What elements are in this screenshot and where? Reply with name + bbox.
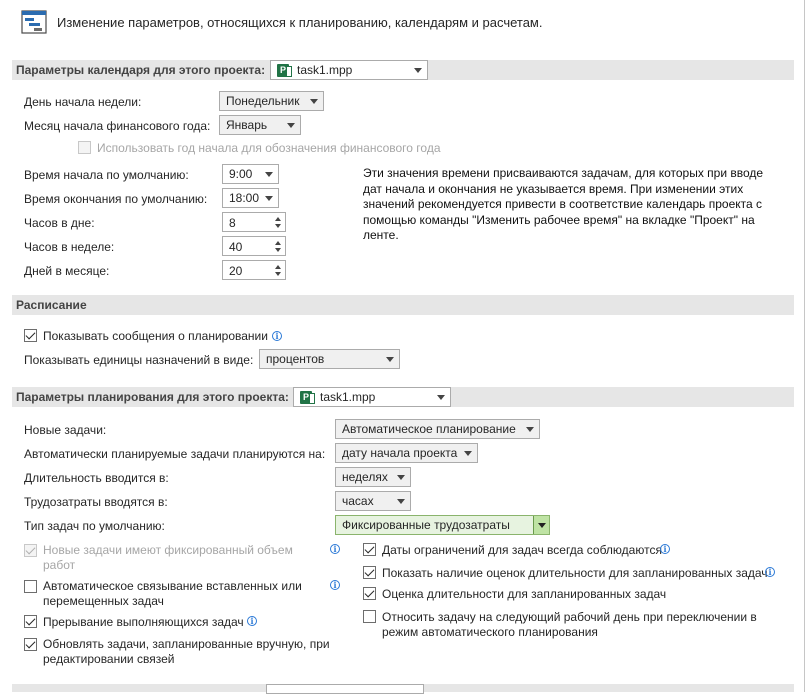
info-icon: i — [330, 544, 340, 554]
auto-link-label: Автоматическое связывание вставленных ил… — [43, 579, 302, 608]
planning-section-title: Параметры планирования для этого проекта… — [16, 390, 289, 404]
fixed-work-checkbox[interactable] — [24, 544, 37, 557]
spin-up-icon[interactable] — [275, 265, 281, 269]
hours-day-value: 8 — [229, 216, 236, 230]
planning-project-value: task1.mpp — [320, 390, 376, 404]
info-icon: i — [660, 544, 670, 554]
week-start-dropdown[interactable]: Понедельник — [219, 91, 324, 111]
update-manual-checkbox[interactable] — [24, 638, 37, 651]
show-messages-label: Показывать сообщения о планировании — [43, 329, 268, 343]
chevron-down-icon — [287, 123, 295, 128]
hours-day-spinner[interactable]: 8 — [222, 212, 286, 232]
auto-tasks-dropdown[interactable]: дату начала проекта — [335, 443, 478, 463]
duration-label: Длительность вводится в: — [24, 471, 169, 485]
show-estimates-label: Показать наличие оценок длительности для… — [382, 566, 768, 580]
info-icon: i — [765, 567, 775, 577]
new-tasks-dropdown[interactable]: Автоматическое планирование — [335, 419, 540, 439]
chevron-down-icon[interactable] — [533, 516, 549, 534]
task-type-label: Тип задач по умолчанию: — [24, 519, 165, 533]
schedule-section-title: Расписание — [16, 298, 87, 312]
header-text: Изменение параметров, относящихся к план… — [57, 15, 543, 30]
end-time-value: 18:00 — [229, 191, 260, 205]
chevron-down-icon — [397, 499, 405, 504]
fiscal-month-dropdown[interactable]: Январь — [219, 115, 301, 135]
days-month-value: 20 — [229, 264, 243, 278]
show-estimates-checkbox[interactable] — [363, 566, 376, 579]
spin-down-icon[interactable] — [275, 272, 281, 276]
planning-project-dropdown[interactable]: P task1.mpp — [293, 387, 451, 407]
fixed-work-label: Новые задачи имеют фиксированный объем р… — [43, 543, 293, 572]
estimated-duration-checkbox[interactable] — [363, 587, 376, 600]
info-icon: i — [247, 616, 257, 626]
schedule-icon — [20, 8, 48, 36]
start-time-label: Время начала по умолчанию: — [24, 168, 189, 182]
end-time-label: Время окончания по умолчанию: — [24, 192, 208, 206]
new-tasks-label: Новые задачи: — [24, 423, 107, 437]
start-time-dropdown[interactable]: 9:00 — [222, 164, 279, 184]
chevron-down-icon — [464, 451, 472, 456]
show-messages-checkbox[interactable] — [24, 329, 37, 342]
chevron-down-icon — [437, 395, 445, 400]
chevron-down-icon — [386, 357, 394, 362]
chevron-down-icon — [265, 196, 273, 201]
work-value: часах — [342, 494, 374, 508]
fiscal-year-checkbox-label: Использовать год начала для обозначения … — [97, 141, 441, 155]
chevron-down-icon — [526, 427, 534, 432]
task-type-dropdown[interactable]: Фиксированные трудозатраты — [335, 515, 550, 535]
end-time-dropdown[interactable]: 18:00 — [222, 188, 279, 208]
next-workday-label: Относить задачу на следующий рабочий ден… — [382, 610, 757, 639]
hours-week-spinner[interactable]: 40 — [222, 236, 286, 256]
spin-down-icon[interactable] — [275, 224, 281, 228]
chevron-down-icon — [310, 99, 318, 104]
hours-day-label: Часов в дне: — [24, 216, 95, 230]
task-type-value: Фиксированные трудозатраты — [342, 518, 510, 532]
project-file-icon: P — [300, 391, 315, 404]
new-tasks-value: Автоматическое планирование — [342, 422, 516, 436]
estimated-duration-label: Оценка длительности для запланированных … — [382, 587, 667, 601]
auto-link-checkbox[interactable] — [24, 580, 37, 593]
calendar-project-value: task1.mpp — [297, 63, 353, 77]
days-month-spinner[interactable]: 20 — [222, 260, 286, 280]
fiscal-year-checkbox[interactable] — [78, 141, 91, 154]
info-icon: i — [330, 580, 340, 590]
hours-week-label: Часов в неделе: — [24, 240, 115, 254]
work-label: Трудозатраты вводятся в: — [24, 495, 168, 509]
calendar-project-dropdown[interactable]: P task1.mpp — [270, 60, 428, 80]
units-value: процентов — [266, 352, 325, 366]
schedule-section-header: Расписание — [12, 295, 794, 315]
update-manual-label: Обновлять задачи, запланированные вручну… — [43, 637, 330, 666]
next-project-dropdown[interactable] — [266, 684, 424, 694]
duration-dropdown[interactable]: неделях — [335, 467, 411, 487]
days-month-label: Дней в месяце: — [24, 264, 110, 278]
duration-value: неделях — [342, 470, 388, 484]
spin-up-icon[interactable] — [275, 241, 281, 245]
window-right-border — [804, 0, 805, 692]
chevron-down-icon — [397, 475, 405, 480]
week-start-value: Понедельник — [226, 94, 300, 108]
spin-up-icon[interactable] — [275, 217, 281, 221]
spin-down-icon[interactable] — [275, 248, 281, 252]
units-dropdown[interactable]: процентов — [259, 349, 400, 369]
auto-tasks-label: Автоматически планируемые задачи планиру… — [24, 447, 326, 461]
split-tasks-label: Прерывание выполняющихся задач — [43, 615, 244, 629]
chevron-down-icon — [414, 68, 422, 73]
project-file-icon: P — [277, 64, 292, 77]
next-workday-checkbox[interactable] — [363, 610, 376, 623]
chevron-down-icon — [265, 172, 273, 177]
calendar-note: Эти значения времени присваиваются задач… — [363, 166, 764, 242]
constraint-dates-checkbox[interactable] — [363, 543, 376, 556]
fiscal-month-label: Месяц начала финансового года: — [24, 119, 211, 133]
auto-tasks-value: дату начала проекта — [342, 446, 458, 460]
fiscal-month-value: Январь — [226, 118, 268, 132]
constraint-dates-label: Даты ограничений для задач всегда соблюд… — [382, 543, 662, 557]
hours-week-value: 40 — [229, 240, 243, 254]
start-time-value: 9:00 — [229, 167, 253, 181]
info-icon: i — [272, 331, 282, 341]
units-label: Показывать единицы назначений в виде: — [24, 353, 254, 367]
calendar-section-title: Параметры календаря для этого проекта: — [16, 63, 266, 77]
split-tasks-checkbox[interactable] — [24, 615, 37, 628]
work-dropdown[interactable]: часах — [335, 491, 411, 511]
week-start-label: День начала недели: — [24, 95, 142, 109]
